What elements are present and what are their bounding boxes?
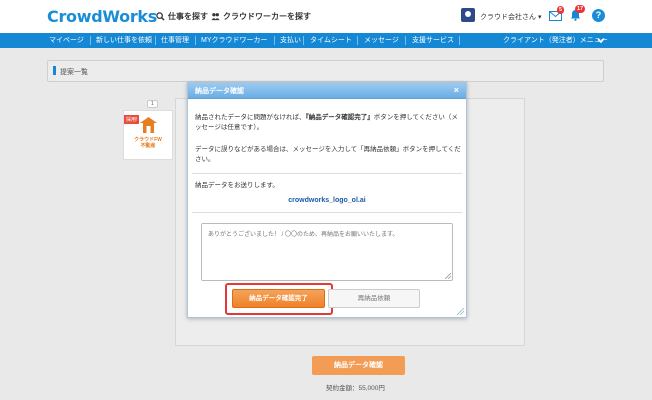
- find-worker-label: クラウドワーカーを探す: [223, 12, 311, 21]
- find-worker-link[interactable]: クラウドワーカーを探す: [211, 11, 311, 22]
- message-input[interactable]: [201, 223, 453, 281]
- find-job-link[interactable]: 仕事を探す: [156, 11, 208, 22]
- delivery-confirm-open-button[interactable]: 納品データ確認: [312, 356, 405, 375]
- people-icon: [211, 13, 220, 21]
- instruction-text-pre: 納品されたデータに問題がなければ、: [195, 114, 306, 121]
- nav-new-job[interactable]: 新しい仕事を依頼: [96, 33, 152, 48]
- nav-client-menu[interactable]: クライアント（発注者）メニュー: [503, 33, 608, 48]
- modal-instruction-redelivery: データに誤りなどがある場合は、メッセージを入力して「再納品依頼」ボタンを押してく…: [195, 146, 461, 163]
- message-count-badge: 5: [557, 6, 565, 14]
- nav-payments[interactable]: 支払い: [280, 33, 301, 48]
- delivery-confirm-modal: 納品データ確認 × 納品されたデータに問題がなければ、『納品データ確認完了』ボタ…: [187, 82, 467, 318]
- search-icon: [156, 12, 165, 21]
- delivery-confirm-complete-button[interactable]: 納品データ確認完了: [232, 289, 325, 308]
- nav-divider: [90, 36, 91, 45]
- house-logo-icon: [140, 117, 157, 133]
- delivered-file-link[interactable]: crowdworks_logo_ol.ai: [188, 197, 466, 204]
- nav-divider: [405, 36, 406, 45]
- nav-mypage[interactable]: マイページ: [49, 33, 84, 48]
- redelivery-request-button[interactable]: 再納品依頼: [328, 289, 420, 308]
- find-job-label: 仕事を探す: [168, 12, 208, 21]
- proposal-name: クラウドFW 不動産: [125, 137, 171, 149]
- nav-divider: [155, 36, 156, 45]
- breadcrumb-label: 提案一覧: [60, 69, 88, 76]
- contract-amount: 契約金額：55,000円: [326, 385, 385, 392]
- adopted-tag: 採用!: [124, 115, 140, 124]
- delivery-note: 納品データをお送りします。: [195, 182, 279, 189]
- instruction-text-bold: 『納品データ確認完了』: [305, 114, 374, 121]
- modal-title: 納品データ確認: [195, 88, 244, 95]
- nav-divider: [274, 36, 275, 45]
- breadcrumb: [47, 60, 604, 82]
- modal-instruction-confirm: 納品されたデータに問題がなければ、『納品データ確認完了』ボタンを押してください（…: [195, 113, 461, 133]
- proposal-count: 1: [147, 100, 158, 108]
- nav-divider: [459, 36, 460, 45]
- nav-support[interactable]: 支援サービス: [412, 33, 454, 48]
- top-header: CrowdWorks 仕事を探す クラウドワーカーを探す クラウド会社さん ▾ …: [0, 0, 652, 33]
- nav-divider: [303, 36, 304, 45]
- client-name-menu[interactable]: クラウド会社さん ▾: [480, 12, 541, 22]
- nav-messages[interactable]: メッセージ: [364, 33, 399, 48]
- divider: [192, 173, 462, 174]
- divider: [192, 212, 462, 213]
- chevron-down-icon[interactable]: [597, 37, 605, 44]
- nav-job-management[interactable]: 仕事管理: [161, 33, 189, 48]
- nav-divider: [357, 36, 358, 45]
- modal-resize-icon[interactable]: [457, 308, 464, 315]
- nav-divider: [195, 36, 196, 45]
- notification-count-badge: 17: [575, 5, 586, 13]
- crowdworks-logo[interactable]: CrowdWorks: [47, 7, 157, 26]
- nav-timesheet[interactable]: タイムシート: [310, 33, 352, 48]
- main-nav: マイページ 新しい仕事を依頼 仕事管理 MYクラウドワーカー 支払い タイムシー…: [0, 33, 652, 48]
- modal-title-bar[interactable]: 納品データ確認 ×: [188, 83, 466, 99]
- close-icon[interactable]: ×: [454, 85, 459, 96]
- breadcrumb-accent: [53, 66, 56, 75]
- help-icon[interactable]: ?: [592, 9, 605, 22]
- nav-my-workers[interactable]: MYクラウドワーカー: [201, 33, 268, 48]
- client-avatar[interactable]: [461, 8, 475, 22]
- textarea-resize-icon[interactable]: [445, 273, 451, 279]
- proposal-name-line2: 不動産: [140, 143, 156, 149]
